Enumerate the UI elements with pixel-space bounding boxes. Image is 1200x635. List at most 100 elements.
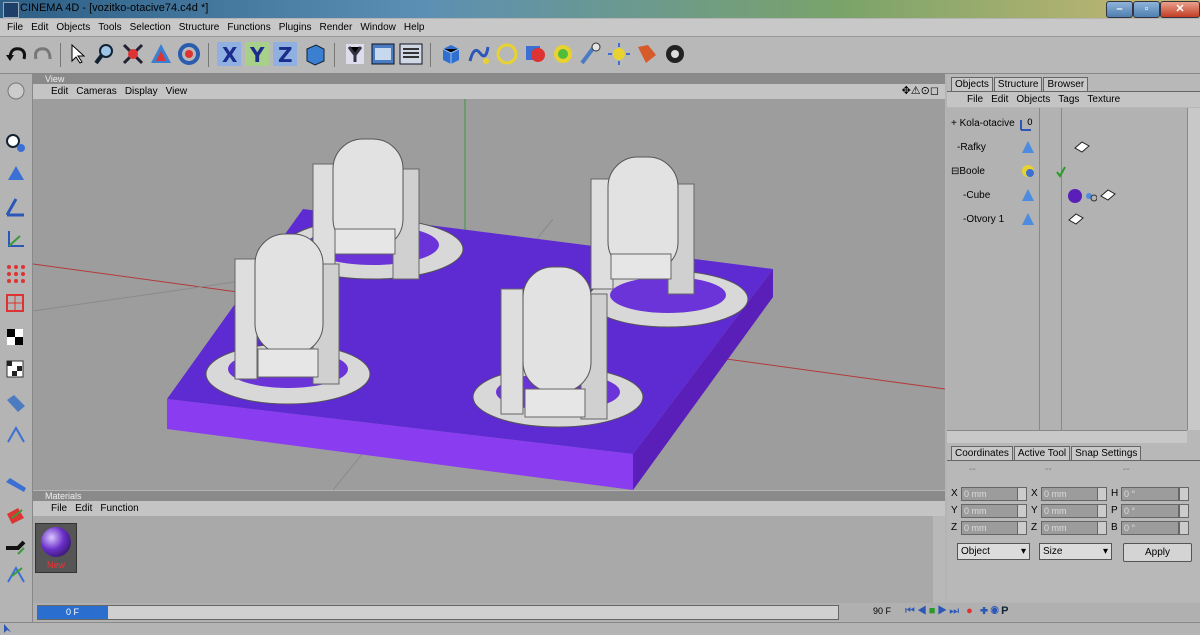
object-row-kola-otacive[interactable]: + Kola-otacive xyxy=(951,118,1015,129)
size-y-field[interactable]: 0 mm xyxy=(1041,504,1099,518)
boole-object-icon[interactable] xyxy=(522,41,548,67)
size-z-spinner[interactable] xyxy=(1097,521,1107,535)
size-x-spinner[interactable] xyxy=(1097,487,1107,501)
render-view-icon[interactable] xyxy=(370,41,396,67)
size-x-field[interactable]: 0 mm xyxy=(1041,487,1099,501)
tag-icon[interactable] xyxy=(634,41,660,67)
keyframe-p-icon[interactable]: P xyxy=(1001,605,1010,617)
object-row-cube[interactable]: -Cube xyxy=(963,190,990,201)
object-tree-hscrollbar[interactable] xyxy=(947,430,1187,443)
use-edges-tool-icon[interactable] xyxy=(4,292,28,314)
materials-menu-file[interactable]: File xyxy=(33,501,71,516)
undo-icon[interactable] xyxy=(4,41,30,67)
use-model-tool-icon[interactable] xyxy=(4,80,28,102)
record-icon[interactable]: ● xyxy=(966,605,975,617)
playback-controls[interactable]: ⏮◀■▶⏭ ● ✚◉P xyxy=(905,605,1185,619)
rot-p-spinner[interactable] xyxy=(1179,504,1189,518)
menu-structure[interactable]: Structure xyxy=(175,19,224,36)
close-button[interactable]: ✕ xyxy=(1160,1,1200,18)
rot-h-field[interactable]: 0 ° xyxy=(1121,487,1179,501)
render-settings-icon[interactable] xyxy=(398,41,424,67)
snap-tool-icon[interactable] xyxy=(4,474,28,496)
menu-functions[interactable]: Functions xyxy=(223,19,274,36)
move-icon[interactable] xyxy=(120,41,146,67)
tab-snap-settings[interactable]: Snap Settings xyxy=(1071,446,1142,460)
workplane-icon[interactable] xyxy=(4,424,28,446)
tweak-tool-icon[interactable] xyxy=(4,392,28,414)
tab-objects[interactable]: Objects xyxy=(951,77,993,91)
viewport-menu-view[interactable]: View xyxy=(162,84,192,99)
z-axis-lock-icon[interactable]: Z xyxy=(272,41,298,67)
scene-object-icon[interactable] xyxy=(578,41,604,67)
tab-structure[interactable]: Structure xyxy=(993,77,1043,91)
redo-icon[interactable] xyxy=(30,41,56,67)
material-tag-icon[interactable] xyxy=(1067,188,1083,204)
materials-list-area[interactable]: New xyxy=(33,516,933,603)
coordinate-system-icon[interactable] xyxy=(302,41,328,67)
objects-menu-objects[interactable]: Objects xyxy=(1012,92,1054,107)
menu-render[interactable]: Render xyxy=(316,19,357,36)
use-points-tool-icon[interactable] xyxy=(4,262,28,284)
object-tree[interactable]: + Kola-otacive -Rafky ⊟Boole -Cube -Otvo… xyxy=(947,108,1187,430)
minimize-button[interactable]: – xyxy=(1106,1,1133,18)
viewport-menu-edit[interactable]: Edit xyxy=(33,84,72,99)
keyframe-parameter-icon[interactable]: ◉ xyxy=(990,605,1001,617)
rotate-icon[interactable] xyxy=(176,41,202,67)
materials-menu-function[interactable]: Function xyxy=(96,501,142,516)
coordinate-mode-select[interactable]: Object ▾ xyxy=(957,543,1030,560)
next-key-icon[interactable]: ⏭ xyxy=(949,605,961,617)
rot-b-field[interactable]: 0 ° xyxy=(1121,521,1179,535)
cube-object-icon[interactable] xyxy=(438,41,464,67)
viewport-menu-display[interactable]: Display xyxy=(121,84,162,99)
menu-file[interactable]: File xyxy=(3,19,27,36)
rot-b-spinner[interactable] xyxy=(1179,521,1189,535)
objects-menu-tags[interactable]: Tags xyxy=(1054,92,1083,107)
rot-p-field[interactable]: 0 ° xyxy=(1121,504,1179,518)
menu-edit[interactable]: Edit xyxy=(27,19,52,36)
maximize-button[interactable]: ▫ xyxy=(1133,1,1160,18)
sculpt-tool-icon[interactable] xyxy=(4,536,28,558)
tab-browser[interactable]: Browser xyxy=(1043,77,1089,91)
timeline-slider[interactable]: 0 F xyxy=(37,605,839,620)
object-row-rafky[interactable]: -Rafky xyxy=(957,142,986,153)
use-texture-axis-icon[interactable] xyxy=(4,196,28,218)
viewport-menu-cameras[interactable]: Cameras xyxy=(72,84,121,99)
texture-tag-icon[interactable] xyxy=(1099,188,1117,202)
play-icon[interactable]: ▶ xyxy=(937,605,949,617)
go-to-start-icon[interactable]: ⏮ xyxy=(905,605,917,617)
select-pointer-icon[interactable] xyxy=(66,41,92,67)
tab-active-tool[interactable]: Active Tool xyxy=(1013,446,1071,460)
pos-y-field[interactable]: 0 mm xyxy=(961,504,1019,518)
texture-tag-icon[interactable] xyxy=(1073,140,1091,154)
material-swatch-new[interactable]: New xyxy=(35,523,77,573)
enabled-check-icon[interactable] xyxy=(1055,166,1067,178)
rot-h-spinner[interactable] xyxy=(1179,487,1189,501)
menu-tools[interactable]: Tools xyxy=(94,19,125,36)
menu-objects[interactable]: Objects xyxy=(52,19,94,36)
pos-x-field[interactable]: 0 mm xyxy=(961,487,1019,501)
spline-pen-icon[interactable] xyxy=(466,41,492,67)
size-mode-select[interactable]: Size ▾ xyxy=(1039,543,1112,560)
size-y-spinner[interactable] xyxy=(1097,504,1107,518)
viewport-navigation-icons[interactable]: ✥⚠⊙◻ xyxy=(898,84,943,99)
checker-texture-icon[interactable] xyxy=(4,358,28,380)
3d-viewport[interactable] xyxy=(33,99,945,490)
texture-tag-icon[interactable] xyxy=(1067,212,1085,226)
menu-help[interactable]: Help xyxy=(400,19,429,36)
camera-object-icon[interactable] xyxy=(662,41,688,67)
use-polygons-tool-icon[interactable] xyxy=(4,326,28,348)
animation-tool-icon[interactable] xyxy=(4,564,28,586)
menu-plugins[interactable]: Plugins xyxy=(275,19,316,36)
previous-key-icon[interactable]: ◀ xyxy=(917,605,929,617)
deformer-icon[interactable] xyxy=(550,41,576,67)
apply-button[interactable]: Apply xyxy=(1123,543,1192,562)
pos-z-field[interactable]: 0 mm xyxy=(961,521,1019,535)
zoom-icon[interactable] xyxy=(92,41,118,67)
paint-tool-icon[interactable] xyxy=(4,504,28,526)
y-axis-lock-icon[interactable]: Y xyxy=(244,41,270,67)
keyframe-position-icon[interactable]: ✚ xyxy=(980,605,990,617)
pos-x-spinner[interactable] xyxy=(1017,487,1027,501)
objects-menu-edit[interactable]: Edit xyxy=(987,92,1012,107)
objects-menu-file[interactable]: File xyxy=(947,92,987,107)
light-object-icon[interactable] xyxy=(606,41,632,67)
